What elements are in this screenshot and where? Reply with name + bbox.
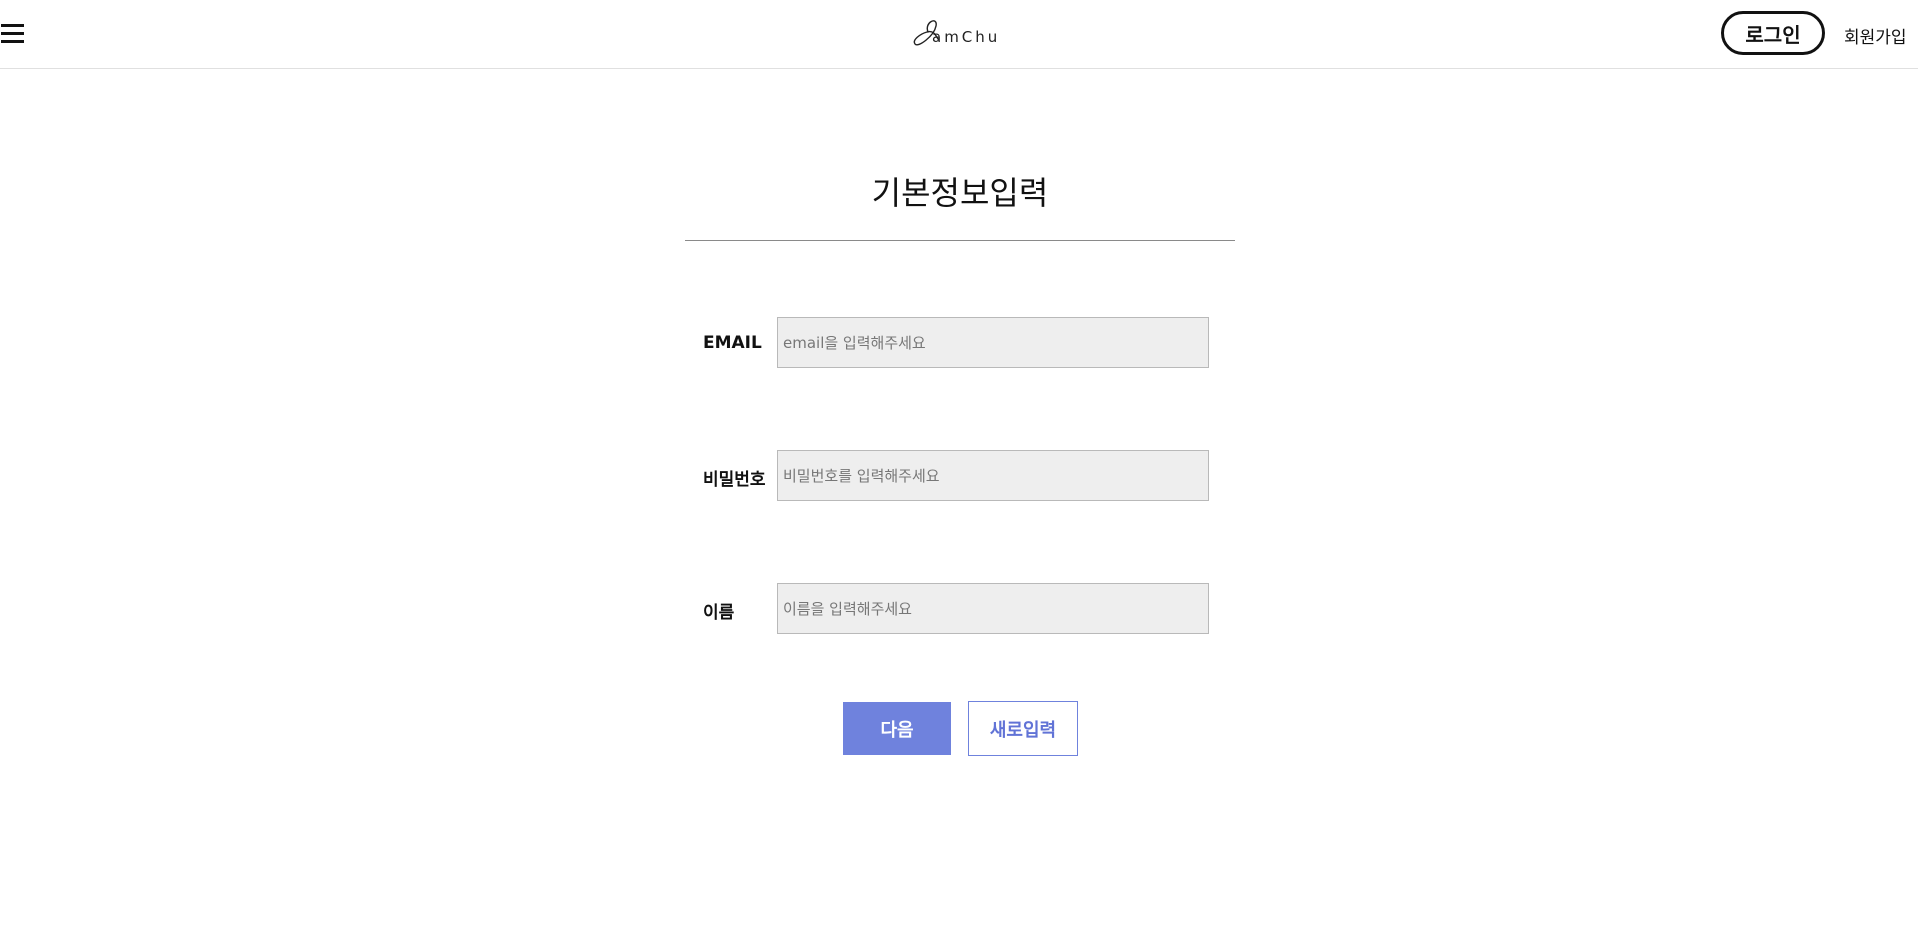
- signup-link[interactable]: 회원가입: [1844, 23, 1907, 48]
- gamchu-logo[interactable]: amChu: [912, 14, 1004, 52]
- title-divider: [685, 240, 1235, 241]
- top-header: amChu 로그인 회원가입: [0, 0, 1918, 69]
- password-label: 비밀번호: [703, 470, 766, 490]
- page-title: 기본정보입력: [871, 174, 1049, 212]
- login-button[interactable]: 로그인: [1721, 11, 1825, 55]
- reset-button[interactable]: 새로입력: [968, 701, 1078, 756]
- name-label: 이름: [703, 603, 735, 623]
- name-field[interactable]: [777, 583, 1209, 634]
- next-button[interactable]: 다음: [843, 702, 951, 755]
- logo-text: amChu: [932, 28, 1001, 46]
- email-field[interactable]: [777, 317, 1209, 368]
- email-label: EMAIL: [703, 333, 762, 353]
- hamburger-menu-icon[interactable]: [0, 22, 26, 48]
- password-field[interactable]: [777, 450, 1209, 501]
